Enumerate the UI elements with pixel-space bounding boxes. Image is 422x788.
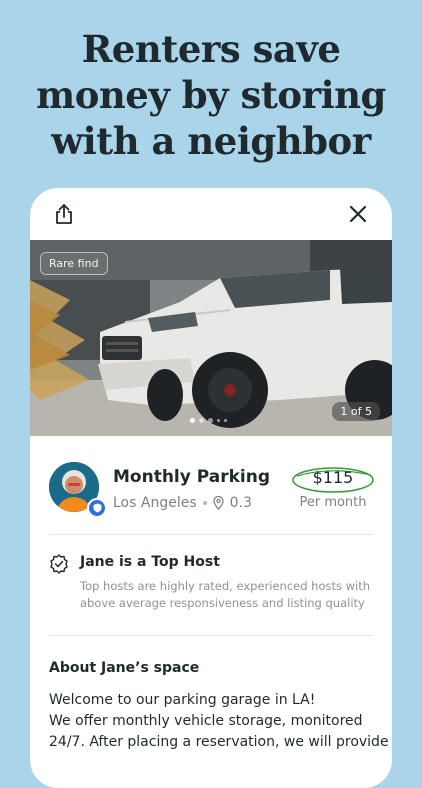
divider [49, 534, 373, 535]
location-pin-icon [212, 496, 224, 510]
carousel-dot[interactable] [217, 419, 220, 422]
carousel-dots [190, 418, 227, 423]
top-host-title: Jane is a Top Host [80, 554, 220, 570]
distance-label: 0.3 [229, 495, 252, 511]
price-block: $115 Per month [287, 462, 379, 512]
carousel-dot[interactable] [190, 418, 195, 423]
headline-line-3: with a neighbor [51, 119, 371, 163]
divider [49, 635, 373, 636]
separator-dot [202, 501, 207, 505]
photo-counter: 1 of 5 [332, 402, 380, 421]
close-button[interactable] [344, 200, 372, 228]
city-label: Los Angeles [113, 495, 197, 511]
listing-summary: Monthly Parking Los Angeles 0.3 $115 Per… [49, 462, 379, 520]
card-top-bar [30, 188, 392, 240]
location-line: Los Angeles 0.3 [113, 495, 252, 511]
shield-check-icon [93, 503, 101, 513]
carousel-dot[interactable] [199, 418, 204, 423]
listing-title: Monthly Parking [113, 467, 271, 487]
headline: Renters save money by storing with a nei… [0, 26, 422, 164]
about-title: About Jane’s space [49, 660, 200, 676]
verified-badge [87, 498, 107, 518]
carousel-dot[interactable] [224, 419, 227, 422]
about-line: Welcome to our parking garage in LA! [49, 692, 316, 708]
about-line: We offer monthly vehicle storage, monito… [49, 713, 363, 729]
carousel-dot[interactable] [208, 418, 213, 423]
close-icon [349, 205, 367, 223]
about-description: Welcome to our parking garage in LA! We … [49, 690, 389, 753]
headline-line-1: Renters save [81, 27, 341, 71]
share-icon [56, 204, 72, 224]
award-badge-icon [50, 554, 68, 574]
share-button[interactable] [50, 200, 78, 228]
rare-find-badge: Rare find [40, 252, 108, 275]
headline-line-2: money by storing [36, 73, 386, 117]
price-unit: Per month [299, 495, 367, 510]
listing-card: Rare find 1 of 5 Monthly Parking Los Ang… [30, 188, 392, 788]
top-host-description: Top hosts are highly rated, experienced … [80, 579, 371, 610]
price-value: $115 [312, 468, 354, 487]
listing-photo[interactable]: Rare find 1 of 5 [30, 240, 392, 436]
